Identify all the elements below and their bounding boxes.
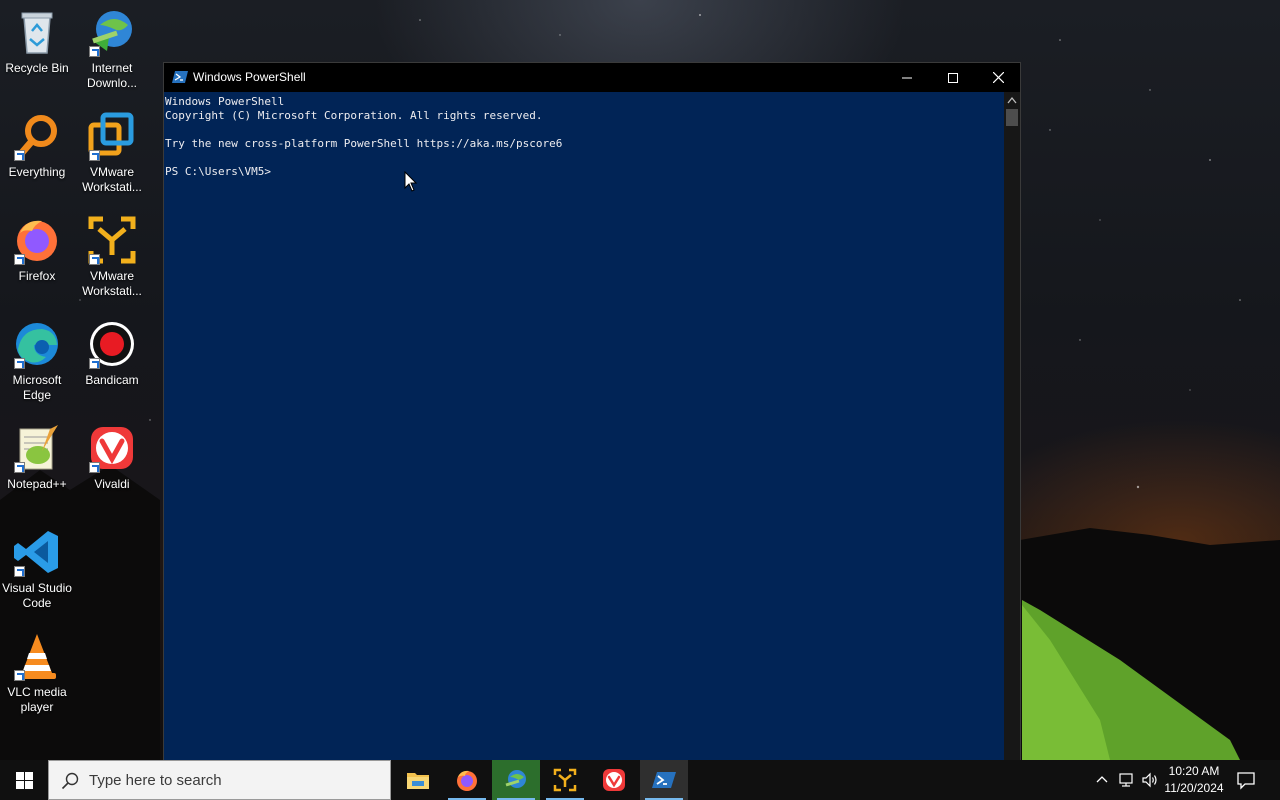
- close-icon: [992, 72, 1004, 83]
- shortcut-arrow-icon: [89, 150, 100, 161]
- internet-download-manager-icon: [505, 770, 526, 788]
- shortcut-arrow-icon: [89, 254, 100, 265]
- scroll-up-icon[interactable]: [1007, 96, 1017, 104]
- minimize-icon: [902, 77, 912, 78]
- console-line: Copyright (C) Microsoft Corporation. All…: [165, 109, 543, 122]
- powershell-window[interactable]: Windows PowerShell Windows PowerShell Cop…: [163, 62, 1021, 760]
- taskbar-app-internet-download-manager[interactable]: [492, 760, 540, 800]
- firefox-icon: [457, 770, 477, 791]
- desktop-icon-microsoft-edge[interactable]: Microsoft Edge: [0, 319, 74, 403]
- desktop-icon-recycle-bin[interactable]: Recycle Bin: [0, 7, 74, 76]
- console-line: Windows PowerShell: [165, 95, 285, 108]
- recycle-bin-icon: [21, 12, 53, 54]
- desktop-icon-vivaldi[interactable]: Vivaldi: [74, 423, 150, 492]
- desktop-icon-label: Microsoft Edge: [12, 373, 62, 402]
- scrollbar-thumb[interactable]: [1006, 109, 1018, 126]
- desktop-icon-vscode[interactable]: Visual Studio Code: [0, 527, 74, 611]
- vivaldi-icon: [603, 769, 625, 791]
- shortcut-arrow-icon: [14, 462, 25, 473]
- console-prompt: PS C:\Users\VM5>: [165, 165, 271, 178]
- minimize-button[interactable]: [884, 63, 930, 92]
- taskbar-app-firefox[interactable]: [443, 760, 491, 800]
- window-titlebar[interactable]: Windows PowerShell: [164, 63, 1020, 92]
- desktop-icon-label: Vivaldi: [94, 477, 130, 491]
- search-placeholder: Type here to search: [89, 772, 222, 789]
- volume-icon[interactable]: [1141, 771, 1159, 789]
- taskbar-app-file-explorer[interactable]: [394, 760, 442, 800]
- clock-date: 11/20/2024: [1164, 781, 1224, 795]
- maximize-icon: [948, 72, 958, 83]
- maximize-button[interactable]: [930, 63, 976, 92]
- powershell-icon: [172, 71, 188, 83]
- windows-logo-icon: [15, 771, 33, 789]
- desktop-icon-label: Internet Downlo...: [86, 61, 138, 90]
- desktop-icon-vmware-player[interactable]: VMware Workstati...: [74, 215, 150, 299]
- taskbar-search-box[interactable]: Type here to search: [48, 760, 391, 800]
- powershell-icon: [652, 772, 676, 788]
- vertical-scrollbar[interactable]: [1004, 92, 1020, 760]
- shortcut-arrow-icon: [89, 358, 100, 369]
- mouse-cursor-icon: [404, 171, 418, 192]
- console-line: Try the new cross-platform PowerShell ht…: [165, 137, 563, 150]
- search-icon: [61, 772, 79, 790]
- shortcut-arrow-icon: [14, 150, 25, 161]
- desktop-icon-vmware-workstation[interactable]: VMware Workstati...: [74, 111, 150, 195]
- desktop-icon-label: VMware Workstati...: [82, 165, 142, 194]
- notification-center-icon[interactable]: [1236, 770, 1256, 790]
- desktop-icon-label: Recycle Bin: [5, 61, 69, 75]
- taskbar-app-powershell[interactable]: [640, 760, 688, 800]
- desktop-icon-label: Visual Studio Code: [2, 581, 72, 610]
- taskbar-app-vmware-workstation[interactable]: [541, 760, 589, 800]
- shortcut-arrow-icon: [89, 46, 100, 57]
- desktop-icon-label: Firefox: [18, 269, 56, 283]
- taskbar: Type here to search 10:20 AM 11/20/2024: [0, 760, 1280, 800]
- shortcut-arrow-icon: [14, 254, 25, 265]
- desktop-icon-label: Notepad++: [7, 477, 67, 491]
- desktop-icon-internet-download-manager[interactable]: Internet Downlo...: [74, 7, 150, 91]
- shortcut-arrow-icon: [14, 670, 25, 681]
- chevron-up-icon[interactable]: [1094, 772, 1110, 788]
- console-line: ​: [165, 123, 1004, 137]
- desktop-icon-bandicam[interactable]: Bandicam: [74, 319, 150, 388]
- desktop-icon-notepadpp[interactable]: Notepad++: [0, 423, 74, 492]
- desktop-icon-everything[interactable]: Everything: [0, 111, 74, 180]
- taskbar-clock[interactable]: 10:20 AM 11/20/2024: [1162, 763, 1226, 797]
- clock-time: 10:20 AM: [1168, 764, 1220, 778]
- shortcut-arrow-icon: [14, 566, 25, 577]
- vmware-player-icon: [553, 768, 577, 792]
- desktop-icon-label: VMware Workstati...: [82, 269, 142, 298]
- file-explorer-icon: [407, 773, 429, 789]
- start-button[interactable]: [0, 760, 48, 800]
- desktop-icon-label: Bandicam: [85, 373, 139, 387]
- network-icon[interactable]: [1117, 771, 1135, 789]
- taskbar-app-vivaldi[interactable]: [590, 760, 638, 800]
- desktop-icon-label: Everything: [8, 165, 66, 179]
- console-line: ​: [165, 151, 1004, 165]
- shortcut-arrow-icon: [14, 358, 25, 369]
- desktop-icon-firefox[interactable]: Firefox: [0, 215, 74, 284]
- window-title: Windows PowerShell: [193, 70, 306, 84]
- desktop-icon-vlc[interactable]: VLC media player: [0, 631, 74, 715]
- close-button[interactable]: [975, 63, 1021, 92]
- console-output[interactable]: Windows PowerShell Copyright (C) Microsof…: [164, 92, 1004, 760]
- shortcut-arrow-icon: [89, 462, 100, 473]
- desktop-icon-label: VLC media player: [7, 685, 67, 714]
